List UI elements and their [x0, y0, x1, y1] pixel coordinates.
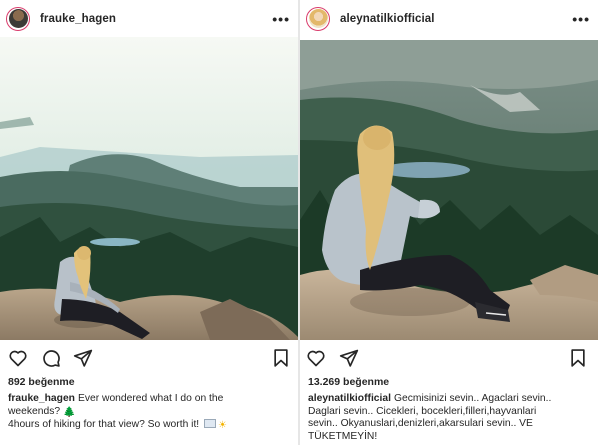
comment-icon[interactable] [41, 348, 61, 368]
likes-count[interactable]: 13.269 beğenme [308, 376, 389, 388]
likes-count[interactable]: 892 beğenme [8, 376, 75, 388]
caption-text-line1: Ever wondered what I do on the [77, 393, 224, 404]
heart-icon[interactable] [8, 348, 28, 368]
caption-text-line3: 4hours of hiking for that view? So worth… [8, 419, 203, 431]
caption-username[interactable]: aleynatilkiofficial [308, 393, 391, 404]
username[interactable]: aleynatilkiofficial [340, 13, 435, 25]
avatar[interactable] [6, 6, 30, 31]
caption-text-line1: Gecmisinizi sevin.. Agaclari sevin.. [393, 393, 552, 404]
share-icon[interactable] [73, 348, 93, 368]
post-photo[interactable] [300, 40, 598, 340]
caption-text-line4: TÜKETMEYİN! [308, 430, 378, 442]
more-options-icon[interactable]: ••• [572, 12, 590, 26]
post-photo[interactable] [0, 37, 298, 340]
caption-text-line3: sevin.. Okyanuslari,denizleri,akarsulari… [308, 418, 533, 430]
more-options-icon[interactable]: ••• [272, 12, 290, 26]
bookmark-icon[interactable] [271, 348, 291, 368]
caption-text-line2: Daglari sevin.. Cicekleri, bocekleri,fil… [308, 405, 537, 417]
tree-icon: 🌲 [62, 406, 76, 418]
flag-icon [204, 419, 217, 429]
post-header: aleynatilkiofficial ••• [300, 0, 598, 37]
post-actions [0, 346, 298, 370]
sun-icon: ☀ [218, 420, 227, 432]
username[interactable]: frauke_hagen [40, 13, 116, 25]
caption-username[interactable]: frauke_hagen [8, 393, 75, 404]
heart-icon[interactable] [306, 348, 326, 368]
caption-text-line2: weekends? [8, 405, 63, 417]
post-header: frauke_hagen ••• [0, 0, 298, 37]
caption: frauke_hagen Ever wondered what I do on t… [8, 393, 290, 433]
post-actions [300, 346, 598, 370]
avatar[interactable] [306, 6, 330, 31]
bookmark-icon[interactable] [568, 348, 588, 368]
share-icon[interactable] [339, 348, 359, 368]
post-aleynatilkiofficial: aleynatilkiofficial ••• 13.269 beğenme a… [300, 0, 598, 445]
post-frauke-hagen: frauke_hagen ••• 892 beğenme frauke_hage… [0, 0, 298, 445]
caption: aleynatilkiofficial Gecmisinizi sevin.. A… [308, 393, 590, 443]
